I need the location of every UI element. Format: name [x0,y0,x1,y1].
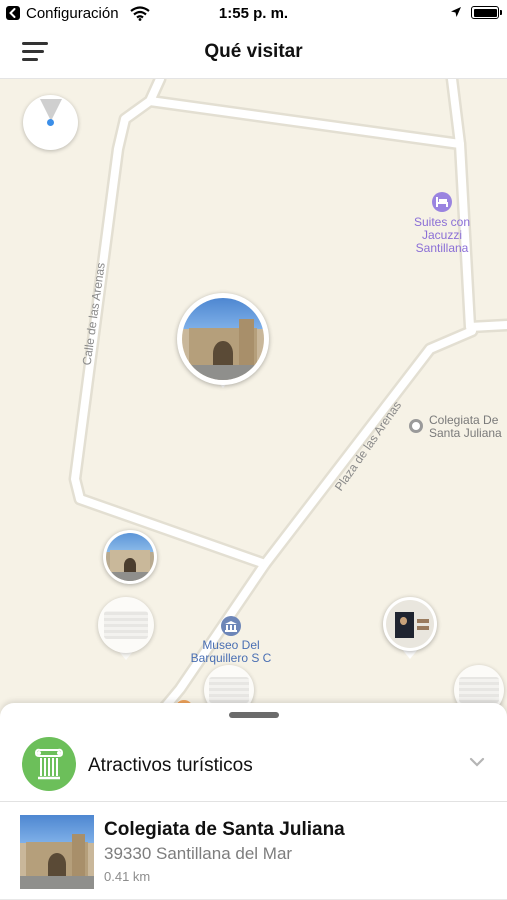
poi-label-church[interactable]: Colegiata De Santa Juliana [429,414,502,440]
poi-label-hotel[interactable]: Suites con Jacuzzi Santillana [402,216,482,255]
poi-label-museum-line2: Barquillero S C [190,651,272,665]
hotel-icon[interactable] [432,192,452,212]
location-services-icon [451,7,461,17]
bottom-sheet: Atractivos turísticos Colegiata de Santa… [0,703,507,900]
compass-button[interactable] [23,95,78,150]
place-address: 39330 Santillana del Mar [104,844,293,863]
divider [0,801,507,802]
status-time: 1:55 p. m. [218,5,289,22]
battery-icon [471,6,502,19]
category-selector[interactable]: Atractivos turísticos [0,731,507,801]
user-location-dot [47,119,54,126]
place-distance: 0.41 km [104,869,151,884]
map-view[interactable]: Calle de las Arenas Plaza de las Arenas … [0,79,507,719]
poi-label-museum[interactable]: Museo Del Barquillero S C [182,639,280,665]
map-pin-placeholder-1[interactable] [98,597,154,663]
place-name: Colegiata de Santa Juliana [104,819,345,840]
chevron-down-icon[interactable] [469,757,485,767]
status-bar: Configuración 1:55 p. m. [0,0,507,28]
place-list-item[interactable]: Colegiata de Santa Juliana 39330 Santill… [0,803,507,900]
sheet-drag-handle[interactable] [229,712,279,718]
map-pin-colegiata[interactable] [177,293,269,401]
category-label: Atractivos turísticos [88,755,253,776]
heading-cone-icon [40,99,62,121]
map-pin-plaza[interactable] [103,530,157,584]
poi-label-church-line2: Santa Juliana [429,426,502,440]
app-header: Qué visitar [0,28,507,79]
page-title: Qué visitar [204,41,303,62]
poi-label-hotel-line3: Santillana [415,241,469,255]
museum-icon[interactable] [221,616,241,636]
map-pin-museo[interactable] [383,597,437,663]
church-poi-icon[interactable] [409,419,423,433]
column-icon [22,737,76,791]
place-thumbnail [20,815,94,889]
